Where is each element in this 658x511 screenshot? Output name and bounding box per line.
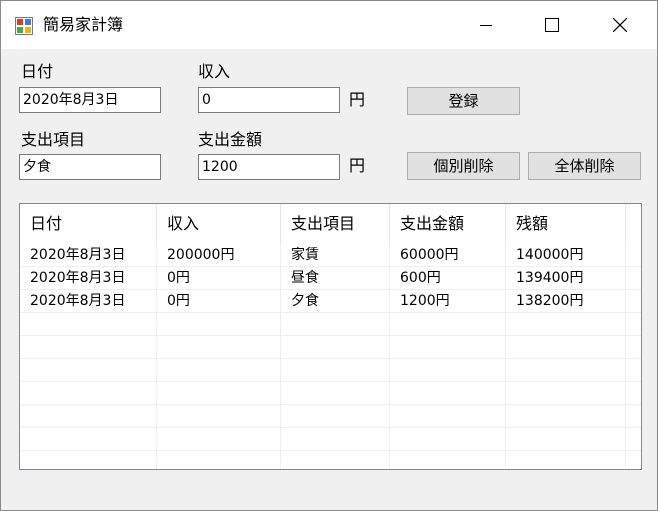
expense-unit: 円 <box>349 156 366 175</box>
empty-row <box>20 451 641 469</box>
column-header-balance[interactable]: 残額 <box>506 204 626 244</box>
empty-row <box>20 428 641 451</box>
register-button[interactable]: 登録 <box>407 87 520 115</box>
cell-expense-item: 夕食 <box>281 290 390 312</box>
delete-selected-button[interactable]: 個別削除 <box>407 152 520 180</box>
cell-date: 2020年8月3日 <box>20 244 157 266</box>
empty-row <box>20 405 641 428</box>
table-row[interactable]: 2020年8月3日 0円 夕食 1200円 138200円 <box>20 290 641 313</box>
cell-expense-amount: 60000円 <box>390 244 506 266</box>
maximize-button[interactable] <box>519 1 585 49</box>
cell-balance: 139400円 <box>506 267 626 289</box>
cell-expense-item: 昼食 <box>281 267 390 289</box>
cell-date: 2020年8月3日 <box>20 267 157 289</box>
minimize-button[interactable] <box>453 1 519 49</box>
close-icon <box>613 18 627 32</box>
ledger-table[interactable]: 日付 収入 支出項目 支出金額 残額 2020年8月3日 200000円 家賃 … <box>19 203 642 470</box>
date-field[interactable]: 2020年8月3日 <box>19 87 161 113</box>
cell-expense-item: 家賃 <box>281 244 390 266</box>
empty-row <box>20 359 641 382</box>
income-field[interactable]: 0 <box>198 87 340 113</box>
cell-date: 2020年8月3日 <box>20 290 157 312</box>
income-unit: 円 <box>349 90 366 109</box>
expense-item-label: 支出項目 <box>21 130 86 149</box>
empty-row <box>20 382 641 405</box>
column-header-income[interactable]: 収入 <box>157 204 281 244</box>
cell-balance: 138200円 <box>506 290 626 312</box>
cell-expense-amount: 1200円 <box>390 290 506 312</box>
app-icon <box>15 17 33 35</box>
table-row[interactable]: 2020年8月3日 200000円 家賃 60000円 140000円 <box>20 244 641 267</box>
expense-amount-label: 支出金額 <box>198 130 263 149</box>
date-label: 日付 <box>21 62 54 81</box>
column-header-expense-item[interactable]: 支出項目 <box>281 204 390 244</box>
empty-row <box>20 313 641 336</box>
column-header-date[interactable]: 日付 <box>20 204 157 244</box>
column-header-expense-amount[interactable]: 支出金額 <box>390 204 506 244</box>
delete-all-button[interactable]: 全体削除 <box>528 152 641 180</box>
maximize-icon <box>545 18 559 32</box>
window-title: 簡易家計簿 <box>43 15 124 34</box>
expense-amount-field[interactable]: 1200 <box>198 154 340 180</box>
table-row[interactable]: 2020年8月3日 0円 昼食 600円 139400円 <box>20 267 641 290</box>
cell-balance: 140000円 <box>506 244 626 266</box>
title-bar[interactable]: 簡易家計簿 <box>1 1 657 49</box>
cell-income: 0円 <box>157 267 281 289</box>
minimize-icon <box>480 25 492 26</box>
cell-income: 200000円 <box>157 244 281 266</box>
app-window: 簡易家計簿 日付 2020年8月3日 収入 0 円 登録 支出項目 夕食 支出金… <box>0 0 658 511</box>
cell-income: 0円 <box>157 290 281 312</box>
expense-item-field[interactable]: 夕食 <box>19 154 161 180</box>
table-header: 日付 収入 支出項目 支出金額 残額 <box>20 204 641 244</box>
empty-row <box>20 336 641 359</box>
income-label: 収入 <box>198 62 231 81</box>
close-button[interactable] <box>587 1 653 49</box>
cell-expense-amount: 600円 <box>390 267 506 289</box>
